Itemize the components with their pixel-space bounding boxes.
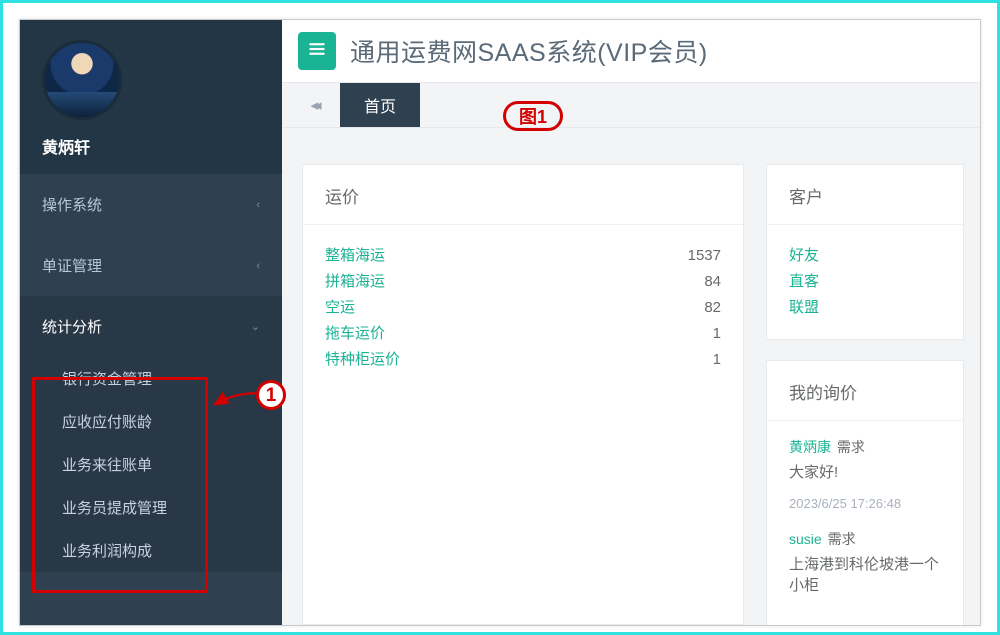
freight-value: 1 xyxy=(713,347,721,373)
main-area: 通用运费网SAAS系统(VIP会员) ◂◂ 首页 运价 整箱海运 xyxy=(282,20,980,625)
inquiry-item[interactable]: susie 需求 上海港到科伦坡港一个小柜 xyxy=(789,529,941,595)
nav-item-label: 单证管理 xyxy=(42,255,102,276)
customer-link-alliance[interactable]: 联盟 xyxy=(789,295,941,321)
username: 黄炳轩 xyxy=(42,134,282,158)
freight-row: 整箱海运 1537 xyxy=(325,243,721,269)
panel-title: 客户 xyxy=(767,165,963,225)
subnav-label: 业务员提成管理 xyxy=(62,500,167,517)
subnav-label: 应收应付账龄 xyxy=(62,414,152,431)
freight-panel: 运价 整箱海运 1537 拼箱海运 84 空运 82 xyxy=(302,164,744,625)
chevron-left-icon: ‹ xyxy=(256,260,260,272)
nav-item-docs[interactable]: 单证管理 ‹ xyxy=(20,235,282,296)
customer-link-direct[interactable]: 直客 xyxy=(789,269,941,295)
freight-row: 空运 82 xyxy=(325,295,721,321)
subnav-item-bank[interactable]: 银行资金管理 xyxy=(20,357,282,400)
inquiry-item[interactable]: 黄炳康 需求 大家好! 2023/6/25 17:26:48 xyxy=(789,437,941,511)
chevron-left-icon: ‹ xyxy=(256,199,260,211)
inquiry-message: 上海港到科伦坡港一个小柜 xyxy=(789,553,941,595)
window-frame: 黄炳轩 操作系统 ‹ 单证管理 ‹ 统计分析 ⌄ 银行资金管理 应收应付账龄 xyxy=(19,19,981,626)
inquiry-list: 黄炳康 需求 大家好! 2023/6/25 17:26:48 susie 需求 … xyxy=(767,421,963,625)
subnav-label: 业务利润构成 xyxy=(62,543,152,560)
inquiry-user: 黄炳康 xyxy=(789,439,831,455)
nav-submenu: 银行资金管理 应收应付账龄 业务来往账单 业务员提成管理 业务利润构成 xyxy=(20,357,282,572)
freight-link-trailer[interactable]: 拖车运价 xyxy=(325,321,385,347)
subnav-item-bills[interactable]: 业务来往账单 xyxy=(20,443,282,486)
customer-panel: 客户 好友 直客 联盟 xyxy=(766,164,964,340)
panel-title: 我的询价 xyxy=(767,361,963,421)
app-title: 通用运费网SAAS系统(VIP会员) xyxy=(350,33,708,69)
hamburger-icon xyxy=(307,39,327,64)
app-root: 黄炳轩 操作系统 ‹ 单证管理 ‹ 统计分析 ⌄ 银行资金管理 应收应付账龄 xyxy=(0,0,1000,635)
menu-toggle-button[interactable] xyxy=(298,32,336,70)
panel-title: 运价 xyxy=(303,165,743,225)
nav-item-label: 统计分析 xyxy=(42,316,102,337)
freight-link-fcl[interactable]: 整箱海运 xyxy=(325,243,385,269)
subnav-label: 银行资金管理 xyxy=(62,371,152,388)
profile-section: 黄炳轩 xyxy=(20,20,282,174)
freight-value: 82 xyxy=(704,295,721,321)
tab-home[interactable]: 首页 xyxy=(340,83,420,127)
nav-menu: 操作系统 ‹ 单证管理 ‹ 统计分析 ⌄ xyxy=(20,174,282,357)
topbar: 通用运费网SAAS系统(VIP会员) xyxy=(282,20,980,82)
nav-item-label: 操作系统 xyxy=(42,194,102,215)
freight-row: 拼箱海运 84 xyxy=(325,269,721,295)
nav-item-os[interactable]: 操作系统 ‹ xyxy=(20,174,282,235)
subnav-label: 业务来往账单 xyxy=(62,457,152,474)
freight-link-air[interactable]: 空运 xyxy=(325,295,355,321)
avatar[interactable] xyxy=(42,40,122,120)
inquiry-tag: 需求 xyxy=(837,439,865,455)
inquiry-user: susie xyxy=(789,531,822,547)
tab-label: 首页 xyxy=(364,93,396,117)
inquiry-panel: 我的询价 黄炳康 需求 大家好! 2023/6/25 17:26:48 susi… xyxy=(766,360,964,625)
freight-link-lcl[interactable]: 拼箱海运 xyxy=(325,269,385,295)
tab-strip: ◂◂ 首页 xyxy=(282,82,980,128)
customer-list: 好友 直客 联盟 xyxy=(767,225,963,339)
freight-value: 84 xyxy=(704,269,721,295)
tab-back-button[interactable]: ◂◂ xyxy=(292,83,336,127)
freight-row: 特种柜运价 1 xyxy=(325,347,721,373)
sidebar: 黄炳轩 操作系统 ‹ 单证管理 ‹ 统计分析 ⌄ 银行资金管理 应收应付账龄 xyxy=(20,20,282,625)
subnav-item-aging[interactable]: 应收应付账龄 xyxy=(20,400,282,443)
inquiry-message: 大家好! xyxy=(789,461,941,482)
subnav-item-commission[interactable]: 业务员提成管理 xyxy=(20,486,282,529)
freight-value: 1 xyxy=(713,321,721,347)
right-column: 客户 好友 直客 联盟 我的询价 黄炳康 需求 xyxy=(766,164,964,625)
nav-item-stats[interactable]: 统计分析 ⌄ xyxy=(20,296,282,357)
content-area: 运价 整箱海运 1537 拼箱海运 84 空运 82 xyxy=(282,128,980,625)
freight-link-special[interactable]: 特种柜运价 xyxy=(325,347,400,373)
chevron-down-icon: ⌄ xyxy=(251,320,260,333)
freight-row: 拖车运价 1 xyxy=(325,321,721,347)
freight-list: 整箱海运 1537 拼箱海运 84 空运 82 拖车运价 xyxy=(303,225,743,391)
subnav-item-profit[interactable]: 业务利润构成 xyxy=(20,529,282,572)
double-chevron-left-icon: ◂◂ xyxy=(310,96,317,114)
freight-value: 1537 xyxy=(688,243,721,269)
customer-link-friends[interactable]: 好友 xyxy=(789,243,941,269)
inquiry-time: 2023/6/25 17:26:48 xyxy=(789,496,941,511)
inquiry-tag: 需求 xyxy=(828,531,856,547)
